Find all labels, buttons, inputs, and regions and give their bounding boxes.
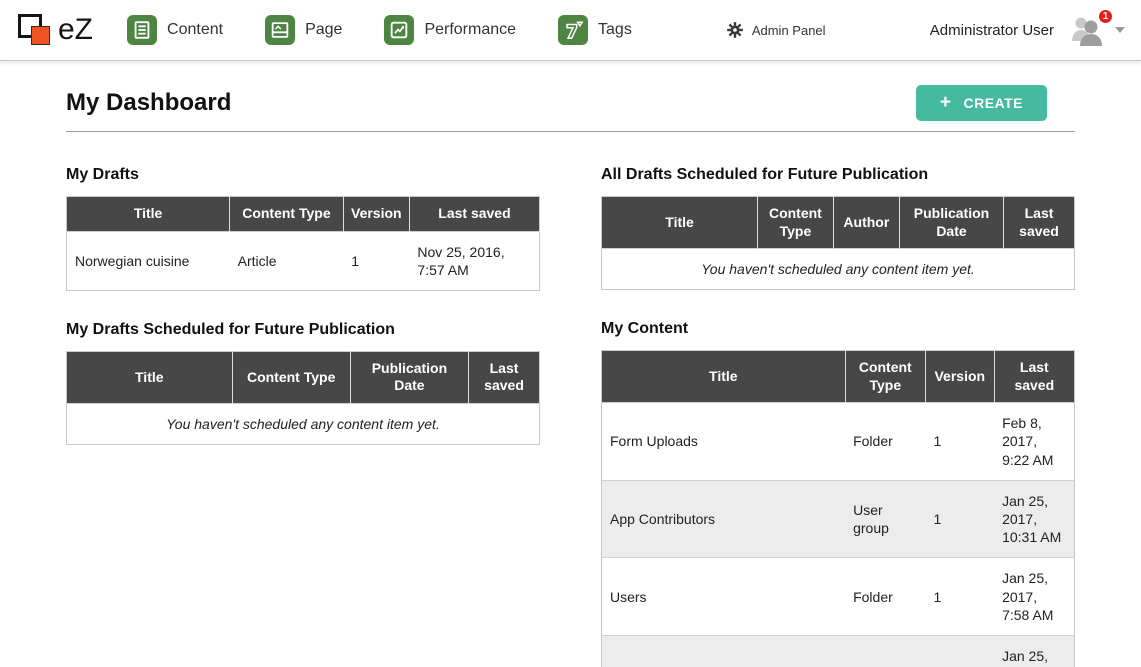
right-column: All Drafts Scheduled for Future Publicat… [601, 166, 1075, 667]
empty-state-row: You haven't scheduled any content item y… [602, 249, 1075, 290]
cell-title: App [602, 635, 846, 667]
logo-text: eZ [58, 13, 93, 47]
cell-version: 1 [926, 635, 995, 667]
cell-version: 1 [926, 480, 995, 558]
cell-content-type: Article [230, 231, 344, 290]
column-header: Content Type [230, 197, 344, 232]
all-drafts-scheduled-title: All Drafts Scheduled for Future Publicat… [601, 166, 1075, 184]
cell-content-type: Folder [845, 635, 925, 667]
table-header-row: Title Content Type Publication Date Last… [67, 351, 540, 403]
column-header: Version [343, 197, 409, 232]
column-header: Content Type [758, 197, 834, 249]
page-title: My Dashboard [66, 89, 231, 117]
column-header: Last saved [409, 197, 539, 232]
column-header: Content Type [845, 351, 925, 403]
admin-panel-button[interactable]: Admin Panel [726, 21, 826, 39]
dashboard-columns: My Drafts Title Content Type Version Las… [0, 166, 1141, 667]
empty-state-row: You haven't scheduled any content item y… [67, 403, 540, 444]
cell-content-type: User group [845, 480, 925, 558]
column-header: Content Type [232, 351, 350, 403]
table-header-row: Title Content Type Version Last saved [602, 351, 1075, 403]
nav-label-content: Content [167, 21, 223, 39]
nav-label-performance: Performance [424, 21, 516, 39]
column-header: Last saved [469, 351, 540, 403]
cell-version: 1 [926, 403, 995, 481]
content-row[interactable]: Form Uploads Folder 1 Feb 8, 2017, 9:22 … [602, 403, 1075, 481]
column-header: Publication Date [899, 197, 1003, 249]
column-header: Title [602, 197, 758, 249]
column-header: Title [67, 197, 230, 232]
content-row[interactable]: App Folder 1 Jan 25, 2017, 7:55 AM [602, 635, 1075, 667]
table-header-row: Title Content Type Version Last saved [67, 197, 540, 232]
column-header: Publication Date [350, 351, 468, 403]
dashboard-page: eZ Content [0, 0, 1141, 667]
avatar[interactable]: 1 [1070, 14, 1106, 46]
page-icon [265, 15, 295, 45]
cell-title: Users [602, 558, 846, 636]
nav-item-performance[interactable]: Performance [384, 15, 516, 45]
create-button[interactable]: + CREATE [916, 85, 1047, 121]
notification-badge: 1 [1097, 8, 1114, 25]
nav-label-page: Page [305, 21, 342, 39]
column-header: Title [602, 351, 846, 403]
column-header: Author [833, 197, 899, 249]
table-header-row: Title Content Type Author Publication Da… [602, 197, 1075, 249]
empty-state-message: You haven't scheduled any content item y… [602, 249, 1075, 290]
nav-label-tags: Tags [598, 21, 632, 39]
cell-last-saved: Jan 25, 2017, 10:31 AM [994, 480, 1074, 558]
admin-panel-label: Admin Panel [752, 23, 826, 38]
column-header: Title [67, 351, 233, 403]
main-nav: Content Page [127, 15, 674, 45]
my-drafts-title: My Drafts [66, 166, 540, 184]
left-column: My Drafts Title Content Type Version Las… [66, 166, 540, 667]
empty-state-message: You haven't scheduled any content item y… [67, 403, 540, 444]
nav-item-tags[interactable]: Tags [558, 15, 632, 45]
column-header: Last saved [1004, 197, 1075, 249]
performance-icon [384, 15, 414, 45]
top-bar: eZ Content [0, 0, 1141, 61]
my-content-title: My Content [601, 320, 1075, 338]
tags-icon [558, 15, 588, 45]
my-drafts-scheduled-section: My Drafts Scheduled for Future Publicati… [66, 321, 540, 445]
cell-last-saved: Jan 25, 2017, 7:58 AM [994, 558, 1074, 636]
cell-title: Norwegian cuisine [67, 231, 230, 290]
page-head: My Dashboard + CREATE [66, 85, 1075, 132]
my-drafts-scheduled-table: Title Content Type Publication Date Last… [66, 351, 540, 445]
column-header: Version [926, 351, 995, 403]
cell-content-type: Folder [845, 558, 925, 636]
gear-icon [726, 21, 744, 39]
draft-row[interactable]: Norwegian cuisine Article 1 Nov 25, 2016… [67, 231, 540, 290]
cell-content-type: Folder [845, 403, 925, 481]
cell-last-saved: Nov 25, 2016, 7:57 AM [409, 231, 539, 290]
content-row[interactable]: Users Folder 1 Jan 25, 2017, 7:58 AM [602, 558, 1075, 636]
content-row[interactable]: App Contributors User group 1 Jan 25, 20… [602, 480, 1075, 558]
ez-logo-mark-icon [18, 12, 54, 48]
my-drafts-scheduled-title: My Drafts Scheduled for Future Publicati… [66, 321, 540, 339]
all-drafts-scheduled-table: Title Content Type Author Publication Da… [601, 196, 1075, 290]
all-drafts-scheduled-section: All Drafts Scheduled for Future Publicat… [601, 166, 1075, 290]
cell-title: Form Uploads [602, 403, 846, 481]
cell-last-saved: Feb 8, 2017, 9:22 AM [994, 403, 1074, 481]
cell-version: 1 [926, 558, 995, 636]
my-drafts-section: My Drafts Title Content Type Version Las… [66, 166, 540, 291]
my-drafts-table: Title Content Type Version Last saved No… [66, 196, 540, 291]
chevron-down-icon[interactable] [1115, 27, 1125, 33]
cell-version: 1 [343, 231, 409, 290]
plus-icon: + [940, 96, 952, 110]
my-content-section: My Content Title Content Type Version La… [601, 320, 1075, 667]
create-button-label: CREATE [963, 95, 1023, 111]
nav-item-content[interactable]: Content [127, 15, 223, 45]
column-header: Last saved [994, 351, 1074, 403]
my-content-table: Title Content Type Version Last saved Fo… [601, 350, 1075, 667]
user-menu[interactable]: Administrator User 1 [930, 14, 1125, 46]
cell-title: App Contributors [602, 480, 846, 558]
logo-orange-square [31, 26, 50, 45]
content-icon [127, 15, 157, 45]
ez-logo[interactable]: eZ [18, 12, 93, 48]
nav-item-page[interactable]: Page [265, 15, 342, 45]
user-name: Administrator User [930, 22, 1054, 39]
cell-last-saved: Jan 25, 2017, 7:55 AM [994, 635, 1074, 667]
